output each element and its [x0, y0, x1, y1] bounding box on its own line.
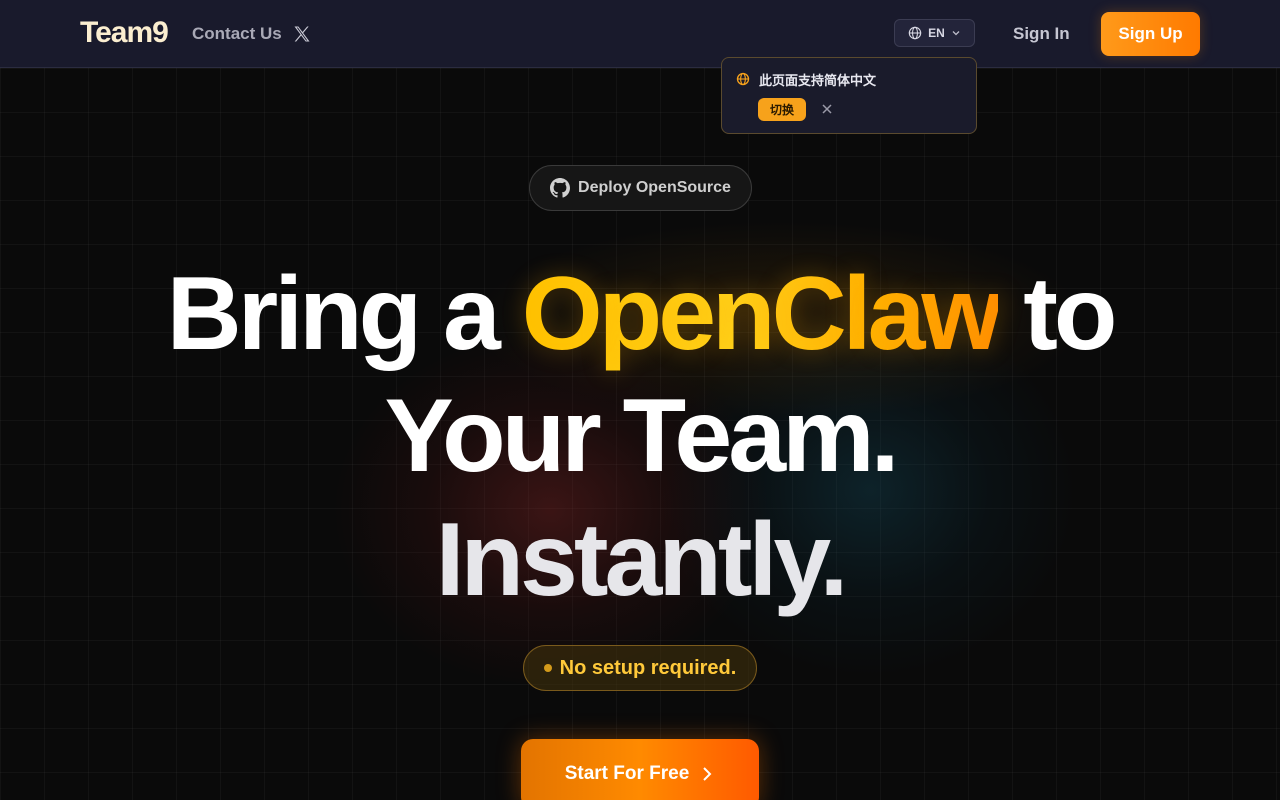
- language-label: EN: [928, 26, 945, 40]
- sign-in-link[interactable]: Sign In: [1013, 24, 1070, 44]
- no-setup-label: No setup required.: [559, 656, 737, 679]
- headline-text: to: [998, 256, 1117, 372]
- cta-label: Start For Free: [564, 763, 690, 784]
- page: Team9 Contact Us EN Sign In Sign Up 此页面支…: [0, 0, 1280, 800]
- switch-language-button[interactable]: 切换: [758, 98, 806, 121]
- x-twitter-icon[interactable]: [292, 24, 312, 44]
- language-suggestion-popover: 此页面支持简体中文 切换: [721, 57, 977, 134]
- no-setup-badge: No setup required.: [523, 645, 757, 691]
- headline-line-2: Your Team.: [384, 378, 900, 494]
- popover-message: 此页面支持简体中文: [759, 74, 877, 89]
- headline-line-1: Bring a OpenClaw to: [0, 262, 1280, 366]
- sign-up-button[interactable]: Sign Up: [1101, 12, 1200, 56]
- headline-text: Bring a: [166, 256, 522, 372]
- chevron-right-icon: [703, 767, 712, 781]
- language-selector[interactable]: EN: [894, 19, 975, 47]
- close-icon[interactable]: [820, 102, 834, 116]
- headline-highlight: OpenClaw: [521, 256, 1003, 372]
- top-nav: Team9 Contact Us EN Sign In Sign Up: [0, 0, 1280, 68]
- status-dot-icon: [543, 664, 552, 672]
- contact-us-link[interactable]: Contact Us: [192, 24, 282, 44]
- deploy-opensource-button[interactable]: Deploy OpenSource: [529, 165, 752, 211]
- start-for-free-button[interactable]: Start For Free: [521, 739, 759, 800]
- globe-icon: [908, 26, 922, 40]
- chevron-down-icon: [952, 31, 960, 36]
- globe-icon: [736, 72, 750, 86]
- github-icon: [550, 178, 571, 198]
- logo[interactable]: Team9: [80, 16, 169, 50]
- headline-line-3: Instantly.: [435, 502, 849, 618]
- deploy-label: Deploy OpenSource: [578, 179, 731, 196]
